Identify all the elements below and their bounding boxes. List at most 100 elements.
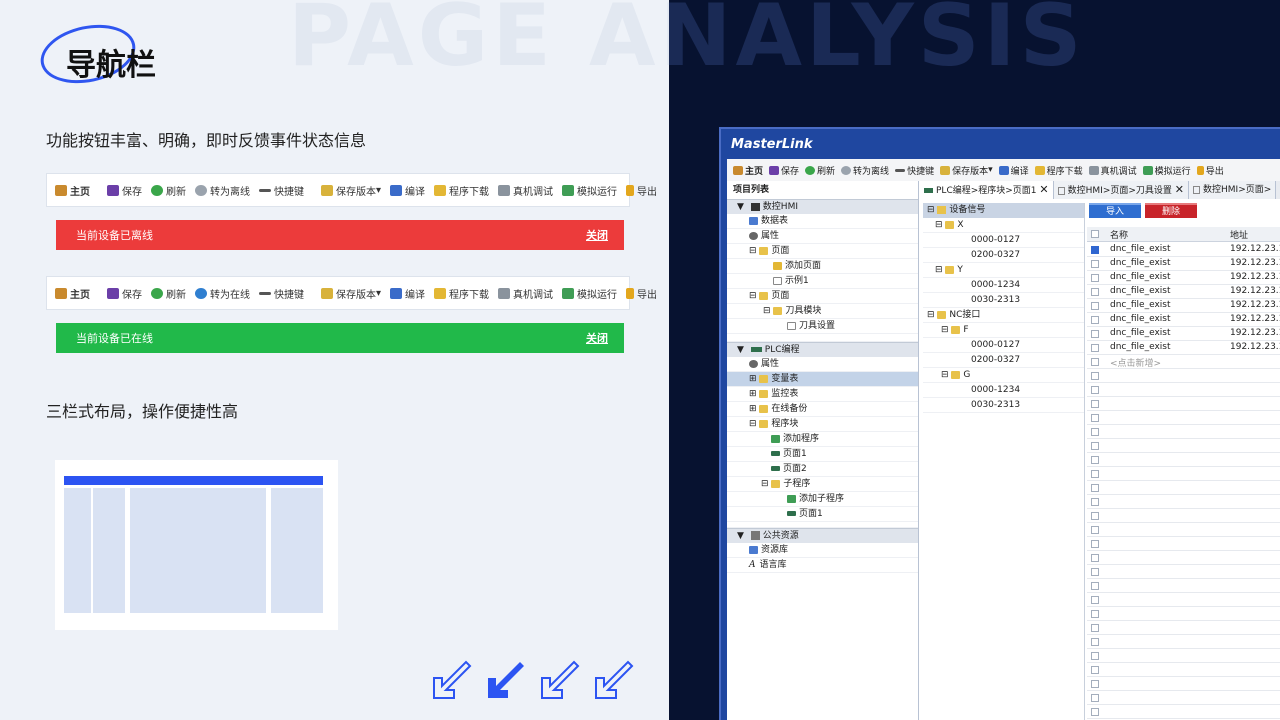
row-checkbox[interactable] — [1091, 344, 1099, 352]
export-button[interactable]: 导出 — [1196, 164, 1224, 177]
signal-group[interactable]: ⊟ G — [923, 368, 1084, 383]
row-checkbox[interactable] — [1091, 274, 1099, 282]
tree-item[interactable]: A 语言库 — [727, 558, 918, 573]
home-button[interactable]: 主页 — [55, 183, 90, 198]
home-button[interactable]: 主页 — [733, 164, 763, 177]
go-offline-button[interactable]: 转为离线 — [195, 183, 250, 198]
close-online-link[interactable]: 关闭 — [586, 330, 608, 346]
row-checkbox[interactable] — [1091, 498, 1099, 506]
go-offline-button[interactable]: 转为离线 — [841, 164, 889, 177]
close-offline-link[interactable]: 关闭 — [586, 227, 608, 243]
select-all-checkbox[interactable] — [1091, 230, 1099, 238]
tree-group-public[interactable]: ▼ 公共资源 — [727, 528, 918, 543]
tree-item[interactable]: 属性 — [727, 357, 918, 372]
row-checkbox[interactable] — [1091, 708, 1099, 716]
row-checkbox[interactable] — [1091, 680, 1099, 688]
tab-hmi-page[interactable]: 数控HMI>页面> — [1189, 181, 1277, 199]
signal-range[interactable]: 0000-1234 — [923, 278, 1084, 293]
tree-item[interactable]: 页面2 — [727, 462, 918, 477]
refresh-button[interactable]: 刷新 — [151, 183, 186, 198]
signal-range[interactable]: 0200-0327 — [923, 353, 1084, 368]
signal-group[interactable]: ⊟ X — [923, 218, 1084, 233]
save-version-button[interactable]: 保存版本 ▾ — [321, 286, 381, 301]
shortcut-button[interactable]: 快捷键 — [895, 164, 934, 177]
row-checkbox[interactable] — [1091, 358, 1099, 366]
row-checkbox[interactable] — [1091, 568, 1099, 576]
tree-item[interactable]: 示例1 — [727, 274, 918, 289]
save-button[interactable]: 保存 — [107, 183, 142, 198]
close-tab-icon[interactable]: ✕ — [1039, 183, 1048, 196]
row-checkbox[interactable] — [1091, 428, 1099, 436]
simulate-button[interactable]: 模拟运行 — [562, 286, 617, 301]
tree-group-hmi[interactable]: ▼ 数控HMI — [727, 199, 918, 214]
row-checkbox[interactable] — [1091, 610, 1099, 618]
tree-item[interactable]: 添加程序 — [727, 432, 918, 447]
compile-button[interactable]: 编译 — [390, 286, 425, 301]
row-checkbox[interactable] — [1091, 246, 1099, 254]
signal-range[interactable]: 0030-2313 — [923, 398, 1084, 413]
download-button[interactable]: 程序下载 — [434, 286, 489, 301]
table-row[interactable]: dnc_file_exist 192.12.23.1 — [1087, 299, 1280, 313]
tree-item[interactable]: ⊟ 刀具模块 — [727, 304, 918, 319]
debug-button[interactable]: 真机调试 — [1088, 164, 1137, 177]
table-row[interactable]: dnc_file_exist 192.12.23.1 — [1087, 285, 1280, 299]
table-row[interactable]: dnc_file_exist 192.12.23.1 — [1087, 257, 1280, 271]
signal-range[interactable]: 0200-0327 — [923, 248, 1084, 263]
tree-item-selected[interactable]: ⊞ 变量表 — [727, 372, 918, 387]
export-button[interactable]: 导出 — [626, 286, 657, 301]
tree-item[interactable]: 数据表 — [727, 214, 918, 229]
row-checkbox[interactable] — [1091, 316, 1099, 324]
row-checkbox[interactable] — [1091, 484, 1099, 492]
compile-button[interactable]: 编译 — [390, 183, 425, 198]
row-checkbox[interactable] — [1091, 372, 1099, 380]
compile-button[interactable]: 编译 — [998, 164, 1029, 177]
row-checkbox[interactable] — [1091, 470, 1099, 478]
row-checkbox[interactable] — [1091, 526, 1099, 534]
tree-item[interactable]: 属性 — [727, 229, 918, 244]
signal-range[interactable]: 0000-0127 — [923, 338, 1084, 353]
row-checkbox[interactable] — [1091, 582, 1099, 590]
import-button[interactable]: 导入 — [1089, 203, 1141, 218]
row-checkbox[interactable] — [1091, 554, 1099, 562]
shortcut-button[interactable]: 快捷键 — [259, 286, 304, 301]
refresh-button[interactable]: 刷新 — [151, 286, 186, 301]
home-button[interactable]: 主页 — [55, 286, 90, 301]
row-checkbox[interactable] — [1091, 652, 1099, 660]
tree-item[interactable]: ⊟ 页面 — [727, 244, 918, 259]
debug-button[interactable]: 真机调试 — [498, 286, 553, 301]
save-version-button[interactable]: 保存版本 ▾ — [321, 183, 381, 198]
close-tab-icon[interactable]: ✕ — [1175, 183, 1184, 196]
save-version-button[interactable]: 保存版本 ▾ — [940, 164, 993, 177]
tree-item[interactable]: 添加子程序 — [727, 492, 918, 507]
delete-button[interactable]: 删除 — [1145, 203, 1197, 218]
row-checkbox[interactable] — [1091, 596, 1099, 604]
shortcut-button[interactable]: 快捷键 — [259, 183, 304, 198]
refresh-button[interactable]: 刷新 — [805, 164, 835, 177]
add-new-row[interactable]: <点击新增> — [1087, 355, 1280, 369]
signal-group[interactable]: ⊟ Y — [923, 263, 1084, 278]
tree-item[interactable]: ⊟ 页面 — [727, 289, 918, 304]
debug-button[interactable]: 真机调试 — [498, 183, 553, 198]
tree-item[interactable]: 页面1 — [727, 447, 918, 462]
table-row[interactable]: dnc_file_exist 192.12.23.1 — [1087, 341, 1280, 355]
tree-item[interactable]: 添加页面 — [727, 259, 918, 274]
row-checkbox[interactable] — [1091, 260, 1099, 268]
row-checkbox[interactable] — [1091, 386, 1099, 394]
row-checkbox[interactable] — [1091, 540, 1099, 548]
tree-item[interactable]: ⊞ 在线备份 — [727, 402, 918, 417]
row-checkbox[interactable] — [1091, 330, 1099, 338]
row-checkbox[interactable] — [1091, 666, 1099, 674]
row-checkbox[interactable] — [1091, 456, 1099, 464]
tab-hmi-tool-settings[interactable]: 数控HMI>页面>刀具设置 ✕ — [1053, 181, 1190, 199]
table-row[interactable]: dnc_file_exist 192.12.23.1 — [1087, 327, 1280, 341]
row-checkbox[interactable] — [1091, 624, 1099, 632]
signal-group[interactable]: ⊟ F — [923, 323, 1084, 338]
tree-item[interactable]: ⊞ 监控表 — [727, 387, 918, 402]
row-checkbox[interactable] — [1091, 288, 1099, 296]
export-button[interactable]: 导出 — [626, 183, 657, 198]
go-online-button[interactable]: 转为在线 — [195, 286, 250, 301]
save-button[interactable]: 保存 — [769, 164, 799, 177]
tree-item[interactable]: 刀具设置 — [727, 319, 918, 334]
row-checkbox[interactable] — [1091, 302, 1099, 310]
signal-range[interactable]: 0030-2313 — [923, 293, 1084, 308]
